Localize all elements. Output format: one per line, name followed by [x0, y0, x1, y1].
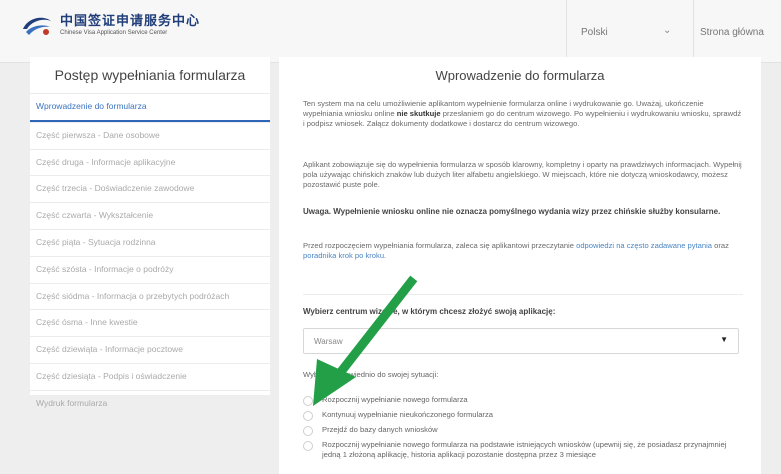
visa-center-label: Wybierz centrum wizowe, w którym chcesz … [303, 307, 556, 316]
intro-paragraph: Ten system ma na celu umożliwienie aplik… [303, 99, 743, 129]
caret-down-icon: ▼ [720, 335, 728, 344]
option-label: Kontynuuj wypełnianie nieukończonego for… [322, 410, 493, 419]
sidebar-item-part-1[interactable]: Część pierwsza - Dane osobowe [30, 121, 270, 149]
option-label: Przejdź do bazy danych wniosków [322, 425, 438, 434]
cvasc-logo-icon [23, 17, 51, 35]
sidebar-item-part-7[interactable]: Część siódma - Informacja o przebytych p… [30, 282, 270, 310]
sidebar-item-print[interactable]: Wydruk formularza [30, 389, 270, 417]
page-title: Wprowadzenie do formularza [435, 68, 605, 83]
language-value: Polski [581, 27, 608, 38]
option-label: Rozpocznij wypełnianie nowego formularza… [322, 440, 727, 459]
warning-text: Uwaga. Wypełnienie wniosku online nie oz… [303, 207, 721, 216]
divider [303, 294, 743, 295]
faq-link[interactable]: odpowiedzi na często zadawane pytania [576, 241, 712, 250]
main-panel: Wprowadzenie do formularza Ten system ma… [279, 57, 761, 474]
sidebar-item-introduction[interactable]: Wprowadzenie do formularza [30, 93, 270, 122]
situation-label: Wybierz odpowiednio do swojej sytuacji: [303, 370, 439, 379]
visa-center-value: Warsaw [314, 337, 343, 346]
language-select[interactable]: Polski ⌄ [566, 0, 694, 62]
sidebar-item-part-10[interactable]: Część dziesiąta - Podpis i oświadczenie [30, 362, 270, 390]
sidebar-item-part-5[interactable]: Część piąta - Sytuacja rodzinna [30, 228, 270, 256]
sidebar-title: Postęp wypełniania formularza [54, 67, 246, 83]
sidebar-item-part-2[interactable]: Część druga - Informacje aplikacyjne [30, 148, 270, 176]
radio-button[interactable] [303, 441, 313, 451]
option-new-form[interactable]: Rozpocznij wypełnianie nowego formularza [303, 395, 743, 406]
guide-paragraph: Przed rozpoczęciem wypełniania formularz… [303, 241, 743, 261]
option-continue-form[interactable]: Kontynuuj wypełnianie nieukończonego for… [303, 410, 743, 421]
option-new-from-existing[interactable]: Rozpocznij wypełnianie nowego formularza… [303, 440, 743, 460]
top-header: 中国签证申请服务中心 Chinese Visa Application Serv… [0, 0, 781, 63]
logo[interactable]: 中国签证申请服务中心 Chinese Visa Application Serv… [20, 13, 200, 39]
sidebar-item-part-3[interactable]: Część trzecia - Doświadczenie zawodowe [30, 175, 270, 202]
sidebar-item-part-9[interactable]: Część dziewiąta - Informacje pocztowe [30, 336, 270, 363]
guide-text-end: . [384, 251, 387, 260]
option-label: Rozpocznij wypełnianie nowego formularza [322, 395, 468, 404]
visa-center-select[interactable]: Warsaw ▼ [303, 328, 739, 354]
guide-text-a: Przed rozpoczęciem wypełniania formularz… [303, 241, 577, 250]
home-link[interactable]: Strona główna [700, 27, 764, 38]
intro-text-bold: nie skutkuje [396, 109, 441, 118]
logo-english-text: Chinese Visa Application Service Center [60, 29, 168, 36]
logo-chinese-text: 中国签证申请服务中心 [60, 13, 201, 29]
radio-button[interactable] [303, 411, 313, 421]
option-application-database[interactable]: Przejdź do bazy danych wniosków [303, 425, 743, 436]
chevron-down-icon: ⌄ [663, 25, 672, 36]
step-by-step-link[interactable]: poradnika krok po kroku [303, 251, 384, 260]
radio-button[interactable] [303, 396, 313, 406]
sidebar-item-part-4[interactable]: Część czwarta - Wykształcenie [30, 202, 270, 229]
form-progress-sidebar: Postęp wypełniania formularza Wprowadzen… [30, 57, 270, 408]
sidebar-item-part-8[interactable]: Część ósma - Inne kwestie [30, 309, 270, 336]
sidebar-item-part-6[interactable]: Część szósta - Informacje o podróży [30, 255, 270, 283]
obligation-paragraph: Aplikant zobowiązuje się do wypełnienia … [303, 160, 742, 189]
radio-button[interactable] [303, 426, 313, 436]
guide-text-mid: oraz [712, 241, 729, 250]
